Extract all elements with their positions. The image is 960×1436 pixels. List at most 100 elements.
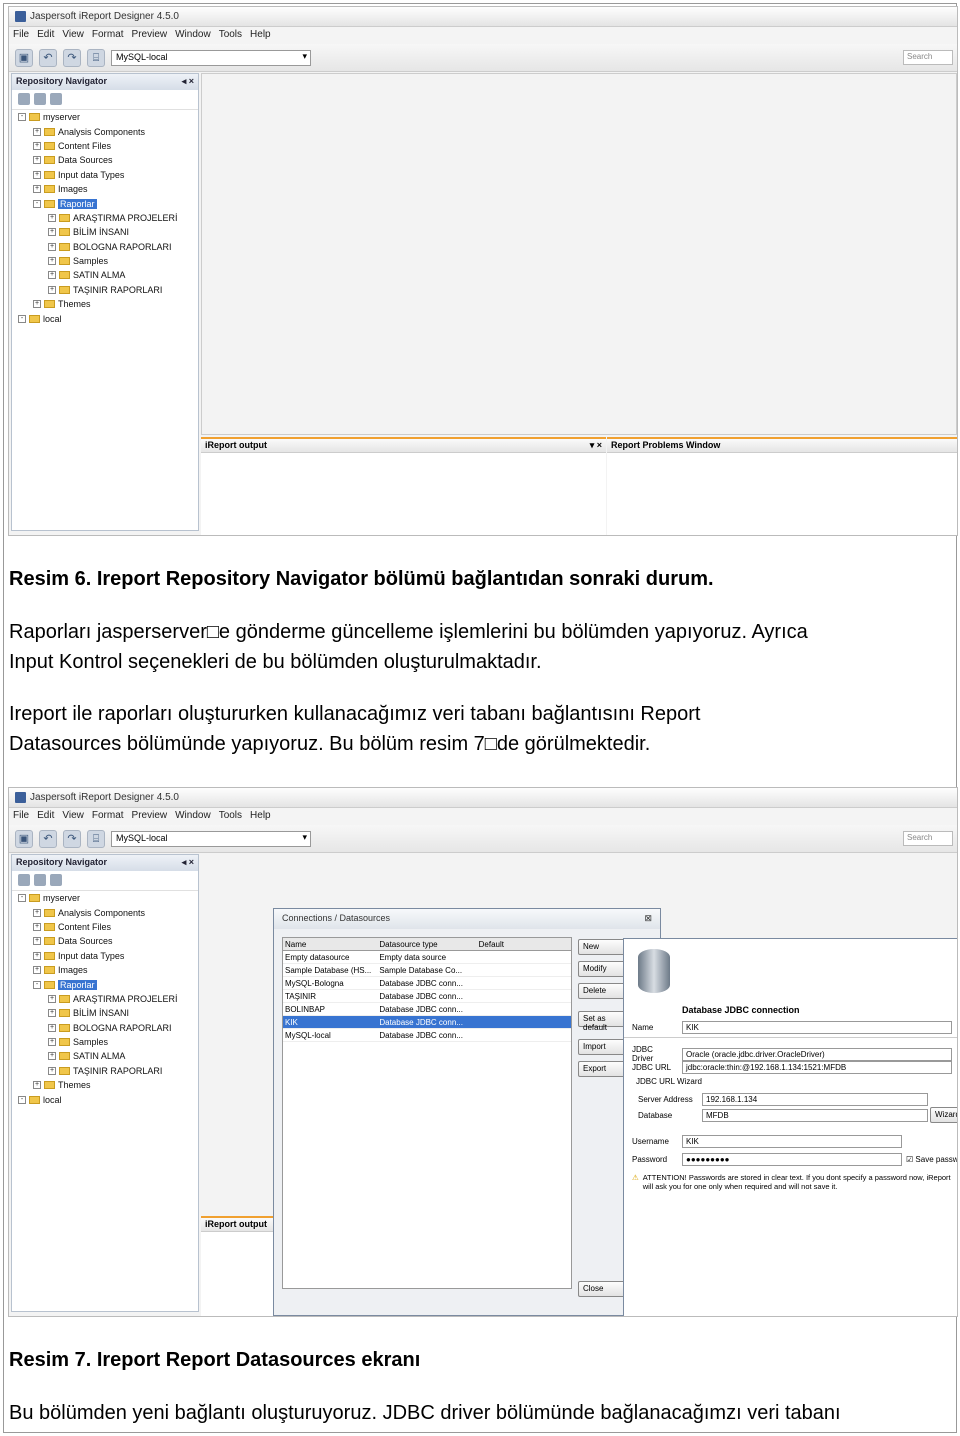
new-icon[interactable]: ▣ xyxy=(15,48,33,67)
datasource-select[interactable]: MySQL-local xyxy=(111,830,311,847)
tree-node[interactable]: + Analysis Components xyxy=(12,124,198,138)
expand-toggle-icon[interactable]: + xyxy=(33,908,41,917)
datasource-icon[interactable]: ⌸ xyxy=(87,829,105,848)
expand-toggle-icon[interactable]: + xyxy=(48,1052,56,1061)
table-row[interactable]: MySQL-localDatabase JDBC conn...✓ xyxy=(283,1029,571,1042)
expand-toggle-icon[interactable]: + xyxy=(33,1081,41,1090)
password-field[interactable]: ●●●●●●●●● xyxy=(682,1153,902,1166)
expand-toggle-icon[interactable]: - xyxy=(18,894,26,903)
expand-toggle-icon[interactable]: + xyxy=(48,1038,56,1047)
menu-item[interactable]: File xyxy=(13,810,29,823)
new-icon[interactable]: ▣ xyxy=(15,829,33,848)
expand-toggle-icon[interactable]: + xyxy=(33,185,41,194)
driver-select[interactable]: Oracle (oracle.jdbc.driver.OracleDriver) xyxy=(682,1047,952,1061)
undo-icon[interactable]: ↶ xyxy=(39,829,57,848)
menu-item[interactable]: Preview xyxy=(132,810,168,823)
menu-item[interactable]: Format xyxy=(92,810,124,823)
menu-item[interactable]: Edit xyxy=(37,810,54,823)
table-row[interactable]: Empty datasource Empty data source xyxy=(283,951,571,964)
menu-item[interactable]: Format xyxy=(92,29,124,42)
connect-icon[interactable] xyxy=(18,93,30,105)
tree-node[interactable]: + Samples xyxy=(12,1035,198,1049)
undo-icon[interactable]: ↶ xyxy=(39,48,57,67)
search-input[interactable]: Search xyxy=(903,50,953,65)
expand-toggle-icon[interactable]: + xyxy=(48,1009,56,1018)
tree-node[interactable]: - local xyxy=(12,1092,198,1106)
tree-node[interactable]: - Raporlar xyxy=(12,196,198,210)
tree-node[interactable]: - myserver xyxy=(12,891,198,905)
close-icon[interactable]: ⊠ xyxy=(644,913,652,925)
save-password-checkbox[interactable]: ☑ Save password xyxy=(906,1155,957,1164)
server-field[interactable]: 192.168.1.134 xyxy=(702,1093,928,1106)
new-button[interactable]: New xyxy=(578,939,628,955)
expand-toggle-icon[interactable]: - xyxy=(18,113,26,122)
tree-node[interactable]: + Data Sources xyxy=(12,934,198,948)
database-field[interactable]: MFDB xyxy=(702,1109,928,1122)
expand-toggle-icon[interactable]: + xyxy=(48,228,56,237)
expand-toggle-icon[interactable]: + xyxy=(33,300,41,309)
tree-node[interactable]: + Images xyxy=(12,963,198,977)
datasource-select[interactable]: MySQL-local xyxy=(111,49,311,66)
expand-toggle-icon[interactable]: - xyxy=(33,199,41,208)
delete-icon[interactable] xyxy=(50,93,62,105)
tree-node[interactable]: - Raporlar xyxy=(12,977,198,991)
redo-icon[interactable]: ↷ xyxy=(63,48,81,67)
set-default-button[interactable]: Set as default xyxy=(578,1011,628,1032)
close-icon[interactable]: ◂ × xyxy=(182,76,194,88)
tree-node[interactable]: + Images xyxy=(12,182,198,196)
menu-item[interactable]: Help xyxy=(250,810,271,823)
datasource-icon[interactable]: ⌸ xyxy=(87,48,105,67)
modify-button[interactable]: Modify xyxy=(578,961,628,977)
expand-toggle-icon[interactable]: + xyxy=(33,937,41,946)
expand-toggle-icon[interactable]: - xyxy=(18,1095,26,1104)
export-button[interactable]: Export xyxy=(578,1061,628,1077)
tree-node[interactable]: - myserver xyxy=(12,110,198,124)
close-button[interactable]: Close xyxy=(578,1281,628,1297)
tree-node[interactable]: + Content Files xyxy=(12,139,198,153)
expand-toggle-icon[interactable]: + xyxy=(48,285,56,294)
expand-toggle-icon[interactable]: + xyxy=(33,141,41,150)
menu-item[interactable]: Help xyxy=(250,29,271,42)
menu-item[interactable]: View xyxy=(62,29,84,42)
expand-toggle-icon[interactable]: + xyxy=(48,1023,56,1032)
menu-item[interactable]: Tools xyxy=(219,29,242,42)
delete-button[interactable]: Delete xyxy=(578,983,628,999)
name-field[interactable]: KIK xyxy=(682,1021,952,1034)
tree-node[interactable]: + BİLİM İNSANI xyxy=(12,225,198,239)
panel-menu-icon[interactable]: ▾ × xyxy=(590,440,602,451)
menu-item[interactable]: Window xyxy=(175,29,211,42)
expand-toggle-icon[interactable]: - xyxy=(18,314,26,323)
wizard-button[interactable]: Wizard xyxy=(930,1107,957,1123)
tree-node[interactable]: + Content Files xyxy=(12,920,198,934)
menu-item[interactable]: Window xyxy=(175,810,211,823)
expand-toggle-icon[interactable]: + xyxy=(33,951,41,960)
username-field[interactable]: KIK xyxy=(682,1135,902,1148)
expand-toggle-icon[interactable]: + xyxy=(48,1066,56,1075)
url-field[interactable]: jdbc:oracle:thin:@192.168.1.134:1521:MFD… xyxy=(682,1061,952,1074)
edit-icon[interactable] xyxy=(34,874,46,886)
menu-item[interactable]: File xyxy=(13,29,29,42)
menu-item[interactable]: Preview xyxy=(132,29,168,42)
menu-item[interactable]: Tools xyxy=(219,810,242,823)
expand-toggle-icon[interactable]: + xyxy=(33,156,41,165)
menu-item[interactable]: View xyxy=(62,810,84,823)
expand-toggle-icon[interactable]: + xyxy=(48,271,56,280)
expand-toggle-icon[interactable]: - xyxy=(33,980,41,989)
expand-toggle-icon[interactable]: + xyxy=(48,242,56,251)
tree-node[interactable]: + BİLİM İNSANI xyxy=(12,1006,198,1020)
expand-toggle-icon[interactable]: + xyxy=(33,127,41,136)
import-button[interactable]: Import xyxy=(578,1039,628,1055)
expand-toggle-icon[interactable]: + xyxy=(33,966,41,975)
tree-node[interactable]: + TAŞINIR RAPORLARI xyxy=(12,1064,198,1078)
tree-node[interactable]: + BOLOGNA RAPORLARI xyxy=(12,1021,198,1035)
tree-node[interactable]: + Samples xyxy=(12,254,198,268)
tree-node[interactable]: + Themes xyxy=(12,1078,198,1092)
tree-node[interactable]: + Data Sources xyxy=(12,153,198,167)
column-name[interactable]: Name xyxy=(283,940,377,949)
redo-icon[interactable]: ↷ xyxy=(63,829,81,848)
tree-node[interactable]: + Analysis Components xyxy=(12,905,198,919)
expand-toggle-icon[interactable]: + xyxy=(48,994,56,1003)
tree-node[interactable]: + ARAŞTIRMA PROJELERİ xyxy=(12,211,198,225)
expand-toggle-icon[interactable]: + xyxy=(33,170,41,179)
table-row[interactable]: BOLINBAP Database JDBC conn... xyxy=(283,1003,571,1016)
